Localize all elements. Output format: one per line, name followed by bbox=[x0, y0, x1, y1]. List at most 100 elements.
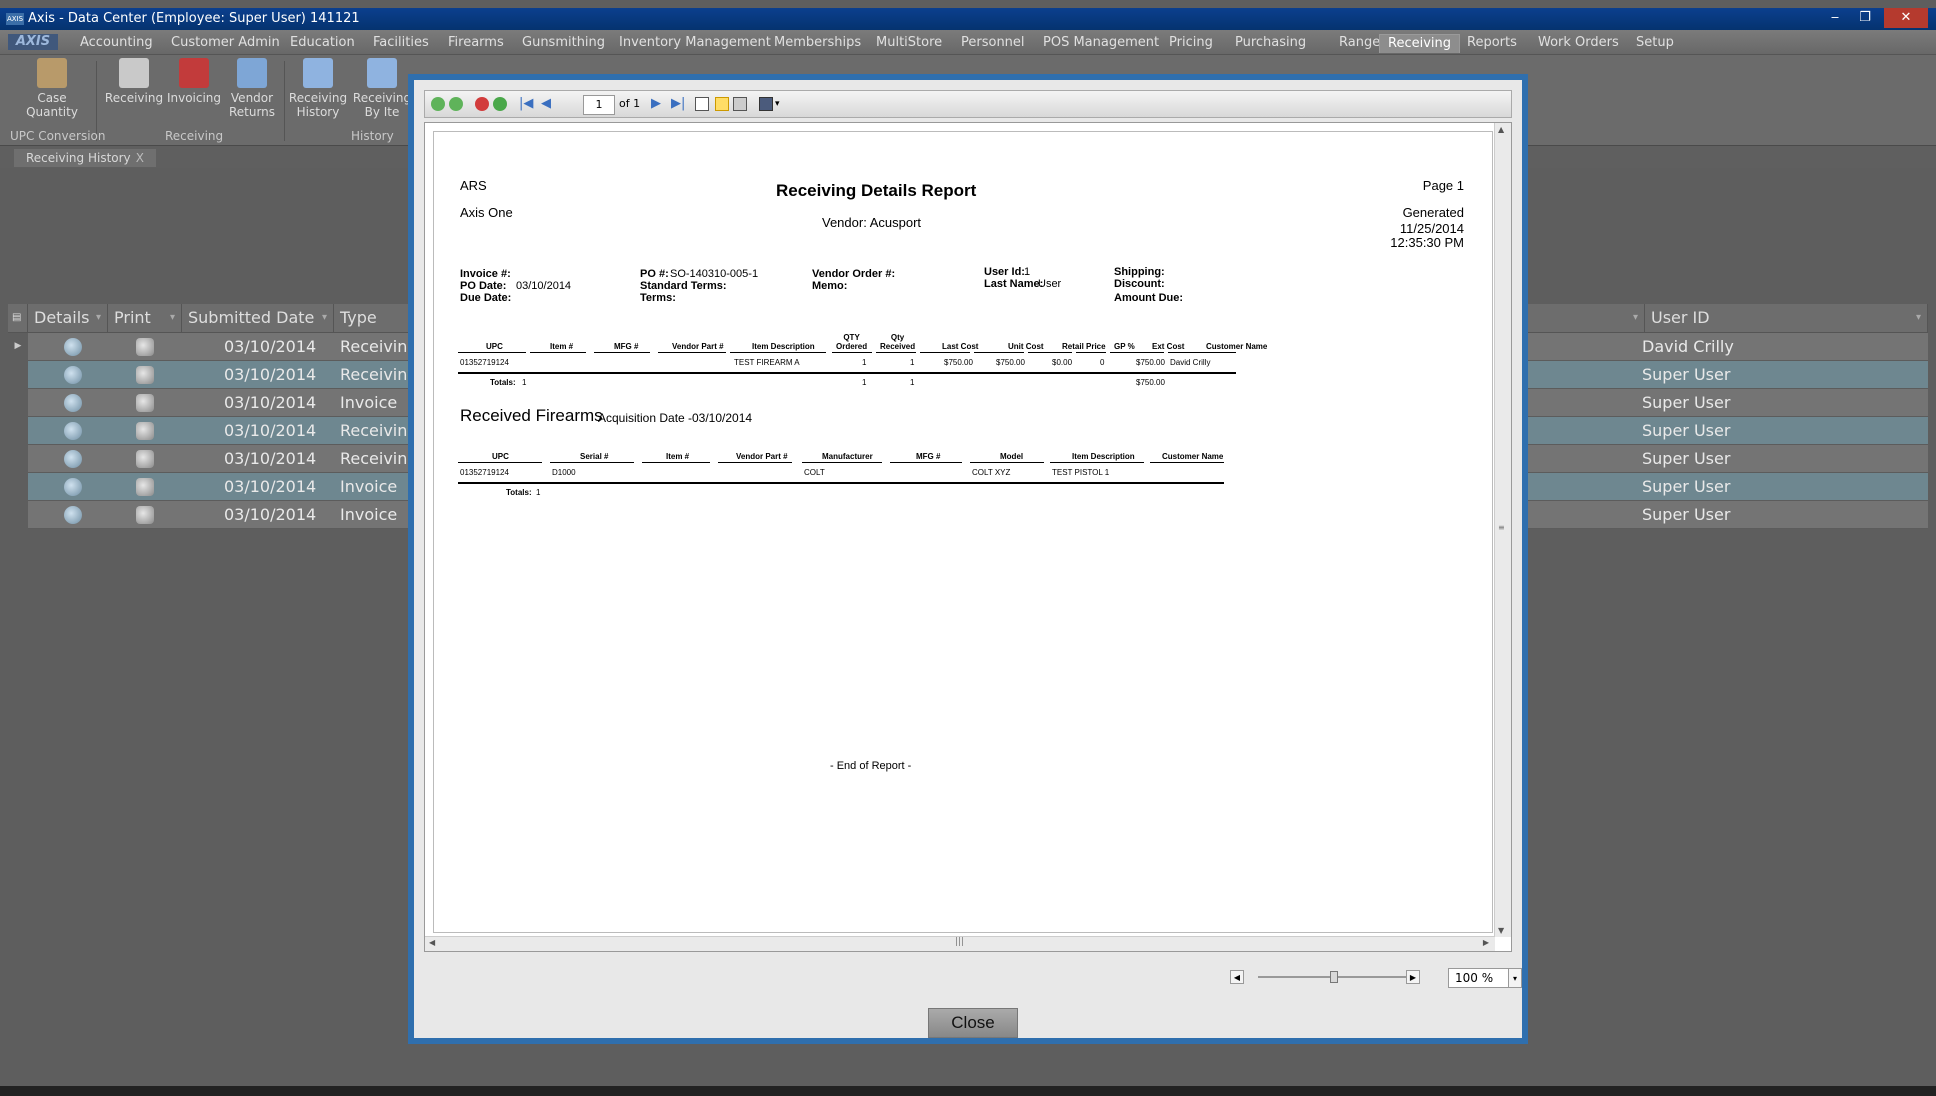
page-setup-icon[interactable] bbox=[715, 97, 729, 111]
scroll-left-icon[interactable]: ◀ bbox=[429, 938, 435, 947]
printer-icon[interactable] bbox=[136, 394, 154, 412]
menu-purchasing[interactable]: Purchasing bbox=[1235, 34, 1306, 52]
menu-multistore[interactable]: MultiStore bbox=[876, 34, 942, 52]
printer-icon[interactable] bbox=[136, 450, 154, 468]
chevron-down-icon[interactable]: ▾ bbox=[1508, 968, 1522, 988]
page-number-input[interactable]: 1 bbox=[583, 95, 615, 115]
menu-inventory-management[interactable]: Inventory Management bbox=[619, 34, 771, 52]
items-header-upc: UPC bbox=[486, 342, 503, 351]
menu-customer-admin[interactable]: Customer Admin bbox=[171, 34, 280, 52]
horizontal-scrollbar[interactable]: ◀ ||| ▶ bbox=[425, 936, 1495, 951]
column-type[interactable]: Type bbox=[334, 304, 414, 332]
page-indicator: Page 1 bbox=[1422, 178, 1464, 193]
report-canvas[interactable]: ARS Axis One Receiving Details Report Ve… bbox=[424, 122, 1512, 952]
close-button[interactable]: Close bbox=[928, 1008, 1018, 1038]
magnifier-icon[interactable] bbox=[64, 366, 82, 384]
export-dropdown-icon[interactable]: ▾ bbox=[775, 97, 780, 111]
printer-icon[interactable] bbox=[136, 366, 154, 384]
items-totals-count: 1 bbox=[522, 378, 527, 387]
menu-gunsmithing[interactable]: Gunsmithing bbox=[522, 34, 605, 52]
slider-thumb[interactable] bbox=[1330, 971, 1338, 983]
menu-memberships[interactable]: Memberships bbox=[774, 34, 861, 52]
menu-firearms[interactable]: Firearms bbox=[448, 34, 504, 52]
column-print[interactable]: Print ▾ bbox=[108, 304, 182, 332]
box-icon bbox=[37, 58, 67, 88]
zoom-slider[interactable] bbox=[1240, 971, 1418, 983]
item-retail-price: $0.00 bbox=[1052, 358, 1073, 367]
printer-icon[interactable] bbox=[136, 338, 154, 356]
user-id-value: 1 bbox=[1024, 266, 1031, 278]
column-chooser-icon[interactable]: ▤ bbox=[8, 304, 28, 332]
previous-page-icon[interactable]: ◀ bbox=[541, 97, 551, 111]
save-icon[interactable] bbox=[759, 97, 773, 111]
column-user-id[interactable]: User ID ▾ bbox=[1644, 304, 1928, 332]
filter-icon[interactable]: ▾ bbox=[1916, 304, 1921, 332]
case-quantity-button[interactable]: Case Quantity bbox=[22, 58, 82, 119]
scroll-grip-icon[interactable]: ||| bbox=[955, 937, 964, 947]
column-details[interactable]: Details ▾ bbox=[28, 304, 108, 332]
vendor-order-label: Vendor Order #: bbox=[812, 268, 896, 280]
column-submitted-date[interactable]: Submitted Date ▾ bbox=[182, 304, 334, 332]
filter-icon[interactable]: ▾ bbox=[1633, 304, 1638, 332]
type-cell: Invoice bbox=[340, 477, 398, 496]
report-page: ARS Axis One Receiving Details Report Ve… bbox=[433, 131, 1493, 933]
refresh-icon[interactable] bbox=[493, 97, 507, 111]
magnifier-icon[interactable] bbox=[64, 338, 82, 356]
print-layout-icon[interactable] bbox=[695, 97, 709, 111]
menu-setup[interactable]: Setup bbox=[1636, 34, 1674, 52]
header-underline bbox=[1110, 352, 1164, 353]
menu-pos-management[interactable]: POS Management bbox=[1043, 34, 1159, 52]
scroll-right-icon[interactable]: ▶ bbox=[1483, 938, 1489, 947]
receiving-history-button[interactable]: Receiving History bbox=[288, 58, 348, 119]
tab-close-button[interactable]: X bbox=[136, 149, 144, 167]
magnifier-icon[interactable] bbox=[64, 478, 82, 496]
menu-facilities[interactable]: Facilities bbox=[373, 34, 429, 52]
back-icon[interactable] bbox=[431, 97, 445, 111]
magnifier-icon[interactable] bbox=[64, 450, 82, 468]
item-customer-name: David Crilly bbox=[1170, 358, 1211, 367]
receiving-by-item-button[interactable]: Receiving By Ite bbox=[352, 58, 412, 119]
receiving-button[interactable]: Receiving bbox=[104, 58, 164, 105]
filter-icon[interactable]: ▾ bbox=[170, 304, 175, 332]
close-window-button[interactable]: ✕ bbox=[1884, 8, 1928, 28]
menu-education[interactable]: Education bbox=[290, 34, 355, 52]
stop-icon[interactable] bbox=[475, 97, 489, 111]
minimize-button[interactable]: ‒ bbox=[1820, 8, 1850, 28]
menu-personnel[interactable]: Personnel bbox=[961, 34, 1025, 52]
magnifier-icon[interactable] bbox=[64, 422, 82, 440]
invoicing-button[interactable]: Invoicing bbox=[164, 58, 224, 105]
firearm-serial: D1000 bbox=[552, 468, 576, 477]
items-header-gp: GP % bbox=[1114, 342, 1135, 351]
magnifier-icon[interactable] bbox=[64, 394, 82, 412]
menu-range[interactable]: Range bbox=[1339, 34, 1380, 52]
maximize-button[interactable]: ❐ bbox=[1850, 8, 1880, 28]
filter-icon[interactable]: ▾ bbox=[96, 304, 101, 332]
menu-receiving[interactable]: Receiving bbox=[1379, 34, 1461, 53]
tab-receiving-history[interactable]: Receiving History X bbox=[14, 149, 156, 167]
generated-time: 12:35:30 PM bbox=[1390, 235, 1464, 250]
totals-divider bbox=[458, 372, 1236, 374]
menu-reports[interactable]: Reports bbox=[1467, 34, 1517, 52]
printer-icon[interactable] bbox=[136, 506, 154, 524]
menu-pricing[interactable]: Pricing bbox=[1169, 34, 1213, 52]
printer-icon[interactable] bbox=[733, 97, 747, 111]
filter-icon[interactable]: ▾ bbox=[322, 304, 327, 332]
menu-accounting[interactable]: Accounting bbox=[80, 34, 153, 52]
magnifier-icon[interactable] bbox=[64, 506, 82, 524]
last-page-icon[interactable]: ▶| bbox=[671, 97, 685, 111]
scroll-up-icon[interactable]: ▲ bbox=[1498, 125, 1504, 134]
header-underline bbox=[642, 462, 710, 463]
menu-work-orders[interactable]: Work Orders bbox=[1538, 34, 1619, 52]
printer-icon[interactable] bbox=[136, 422, 154, 440]
printer-icon[interactable] bbox=[136, 478, 154, 496]
first-page-icon[interactable]: |◀ bbox=[519, 97, 533, 111]
zoom-in-icon[interactable]: ▶ bbox=[1406, 970, 1420, 984]
next-page-icon[interactable]: ▶ bbox=[651, 97, 661, 111]
header-underline bbox=[730, 352, 826, 353]
zoom-level-select[interactable]: 100 % bbox=[1448, 968, 1510, 988]
forward-icon[interactable] bbox=[449, 97, 463, 111]
vendor-returns-button[interactable]: Vendor Returns bbox=[222, 58, 282, 119]
vertical-scrollbar[interactable]: ▲ ≡ ▼ bbox=[1494, 123, 1511, 937]
scroll-down-icon[interactable]: ▼ bbox=[1498, 926, 1504, 935]
scroll-grip-icon[interactable]: ≡ bbox=[1498, 523, 1505, 532]
